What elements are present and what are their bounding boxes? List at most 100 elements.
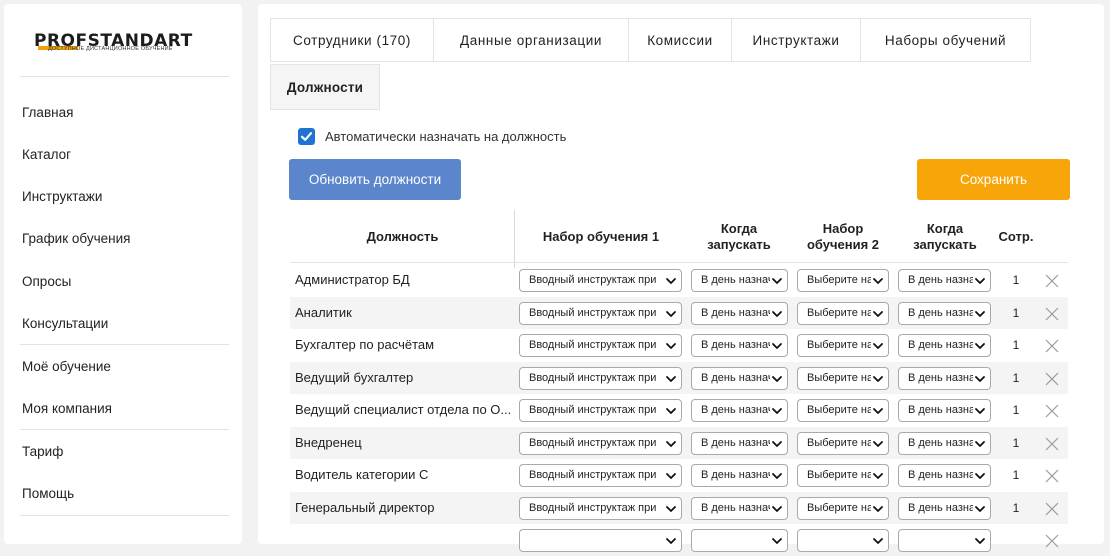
employee-count: 1 [1012, 338, 1020, 352]
chevron-down-icon [873, 278, 883, 284]
employee-count: 1 [1012, 370, 1020, 385]
when2-select[interactable]: В день назначения [898, 399, 991, 422]
employee-count: 1 [1012, 403, 1020, 417]
set1-select[interactable]: Вводный инструктаж при [519, 496, 682, 520]
when1-select[interactable]: В день назначения [691, 496, 788, 520]
close-icon[interactable] [1044, 436, 1060, 452]
sidebar-item-my-learning[interactable]: Моё обучение [22, 359, 111, 374]
table-row: Бухгалтер по расчётам Вводный инструктаж … [290, 329, 1068, 361]
set2-select[interactable]: Выберите набор [797, 366, 889, 390]
tab-organization-data[interactable]: Данные организации [433, 18, 629, 62]
set1-select[interactable]: Вводный инструктаж при [519, 269, 682, 292]
close-icon[interactable] [1044, 338, 1060, 354]
update-positions-button[interactable]: Обновить должности [289, 159, 461, 200]
when2-select-value: В день назначения [908, 469, 973, 481]
when1-select[interactable]: В день назначения [691, 269, 788, 292]
set1-select[interactable]: Вводный инструктаж при [519, 464, 682, 487]
close-icon[interactable] [1044, 403, 1060, 419]
set1-select-value: Вводный инструктаж при [529, 371, 657, 384]
set2-select[interactable]: Выберите набор [797, 334, 889, 357]
set2-select[interactable]: Выберите набор [797, 269, 889, 292]
when1-select[interactable]: В день назначения [691, 301, 788, 325]
close-icon[interactable] [1044, 306, 1060, 322]
close-icon[interactable] [1044, 501, 1060, 517]
chevron-down-icon [873, 408, 883, 414]
sidebar-item-tariff[interactable]: Тариф [22, 444, 63, 459]
employee-count: 1 [1012, 468, 1020, 482]
sidebar: PROFSTANDART ДОСТУПНОЕ ДИСТАНЦИОННОЕ ОБУ… [4, 4, 242, 544]
table-header-underline [290, 262, 1068, 263]
when1-select[interactable]: В день назначения [691, 399, 788, 422]
set1-select-value: Вводный инструктаж при [529, 306, 657, 319]
sidebar-item-schedule[interactable]: График обучения [22, 231, 130, 246]
sidebar-item-my-company[interactable]: Моя компания [22, 401, 112, 416]
save-button[interactable]: Сохранить [917, 159, 1070, 200]
when1-select[interactable]: В день назначения [691, 366, 788, 390]
sidebar-divider [20, 76, 229, 77]
close-icon[interactable] [1044, 533, 1060, 549]
sidebar-divider [20, 515, 229, 516]
position-name: Администратор БД [295, 272, 410, 287]
set2-select-value: Выберите набор [807, 274, 871, 286]
when2-select-value: В день назначения [908, 436, 973, 449]
set1-select[interactable]: Вводный инструктаж при [519, 431, 682, 455]
when2-select[interactable]: В день назначения [898, 366, 991, 390]
checkmark-icon [300, 132, 313, 141]
close-icon[interactable] [1044, 468, 1060, 484]
chevron-down-icon [873, 343, 883, 349]
when2-select-value: В день назначения [908, 306, 973, 319]
column-header-when1: Когда запускать [686, 221, 792, 253]
when2-select[interactable] [898, 529, 991, 552]
sidebar-item-surveys[interactable]: Опросы [22, 274, 71, 289]
tab-briefings[interactable]: Инструктажи [731, 18, 861, 62]
set2-select[interactable] [797, 529, 889, 552]
set2-select[interactable]: Выберите набор [797, 464, 889, 487]
chevron-down-icon [666, 278, 676, 284]
when1-select[interactable]: В день назначения [691, 464, 788, 487]
set2-select[interactable]: Выберите набор [797, 301, 889, 325]
when1-select[interactable]: В день назначения [691, 334, 788, 357]
chevron-down-icon [975, 538, 985, 544]
close-icon[interactable] [1044, 273, 1060, 289]
when1-select-value: В день назначения [701, 306, 770, 319]
when2-select[interactable]: В день назначения [898, 334, 991, 357]
table-row: Генеральный директор Вводный инструктаж п… [290, 491, 1068, 524]
chevron-down-icon [666, 505, 676, 512]
when2-select[interactable]: В день назначения [898, 464, 991, 487]
when1-select[interactable] [691, 529, 788, 552]
employee-count: 1 [1012, 305, 1020, 320]
close-icon[interactable] [1044, 371, 1060, 387]
tab-commissions[interactable]: Комиссии [628, 18, 732, 62]
sidebar-item-briefings[interactable]: Инструктажи [22, 189, 102, 204]
column-header-when2-line1: Когда [926, 221, 964, 236]
when2-select[interactable]: В день назначения [898, 301, 991, 325]
sidebar-item-home[interactable]: Главная [22, 105, 73, 120]
set1-select[interactable]: Вводный инструктаж при [519, 399, 682, 422]
tab-positions[interactable]: Должности [270, 64, 380, 110]
set2-select[interactable]: Выберите набор [797, 399, 889, 422]
table-row: Ведущий специалист отдела по О... Вводный… [290, 394, 1068, 426]
set1-select[interactable]: Вводный инструктаж при [519, 366, 682, 390]
set1-select[interactable]: Вводный инструктаж при [519, 334, 682, 357]
sidebar-item-consultations[interactable]: Консультации [22, 316, 108, 331]
chevron-down-icon [772, 310, 782, 317]
set2-select[interactable]: Выберите набор [797, 431, 889, 455]
set1-select[interactable]: Вводный инструктаж при [519, 301, 682, 325]
when1-select[interactable]: В день назначения [691, 431, 788, 455]
when2-select[interactable]: В день назначения [898, 431, 991, 455]
column-header-set2: Набор обучения 2 [792, 221, 894, 253]
position-name: Генеральный директор [295, 499, 435, 515]
sidebar-item-catalog[interactable]: Каталог [22, 147, 71, 162]
tab-training-sets[interactable]: Наборы обучений [860, 18, 1031, 62]
when2-select[interactable]: В день назначения [898, 496, 991, 520]
set1-select[interactable] [519, 529, 682, 552]
set2-select[interactable]: Выберите набор [797, 496, 889, 520]
when1-select-value: В день назначения [701, 404, 770, 416]
tab-employees[interactable]: Сотрудники (170) [270, 18, 434, 62]
chevron-down-icon [873, 310, 883, 317]
set2-select-value: Выберите набор [807, 501, 871, 514]
logo[interactable]: PROFSTANDART ДОСТУПНОЕ ДИСТАНЦИОННОЕ ОБУ… [34, 32, 224, 62]
auto-assign-checkbox[interactable] [298, 128, 315, 145]
when2-select[interactable]: В день назначения [898, 269, 991, 292]
sidebar-item-help[interactable]: Помощь [22, 486, 74, 501]
